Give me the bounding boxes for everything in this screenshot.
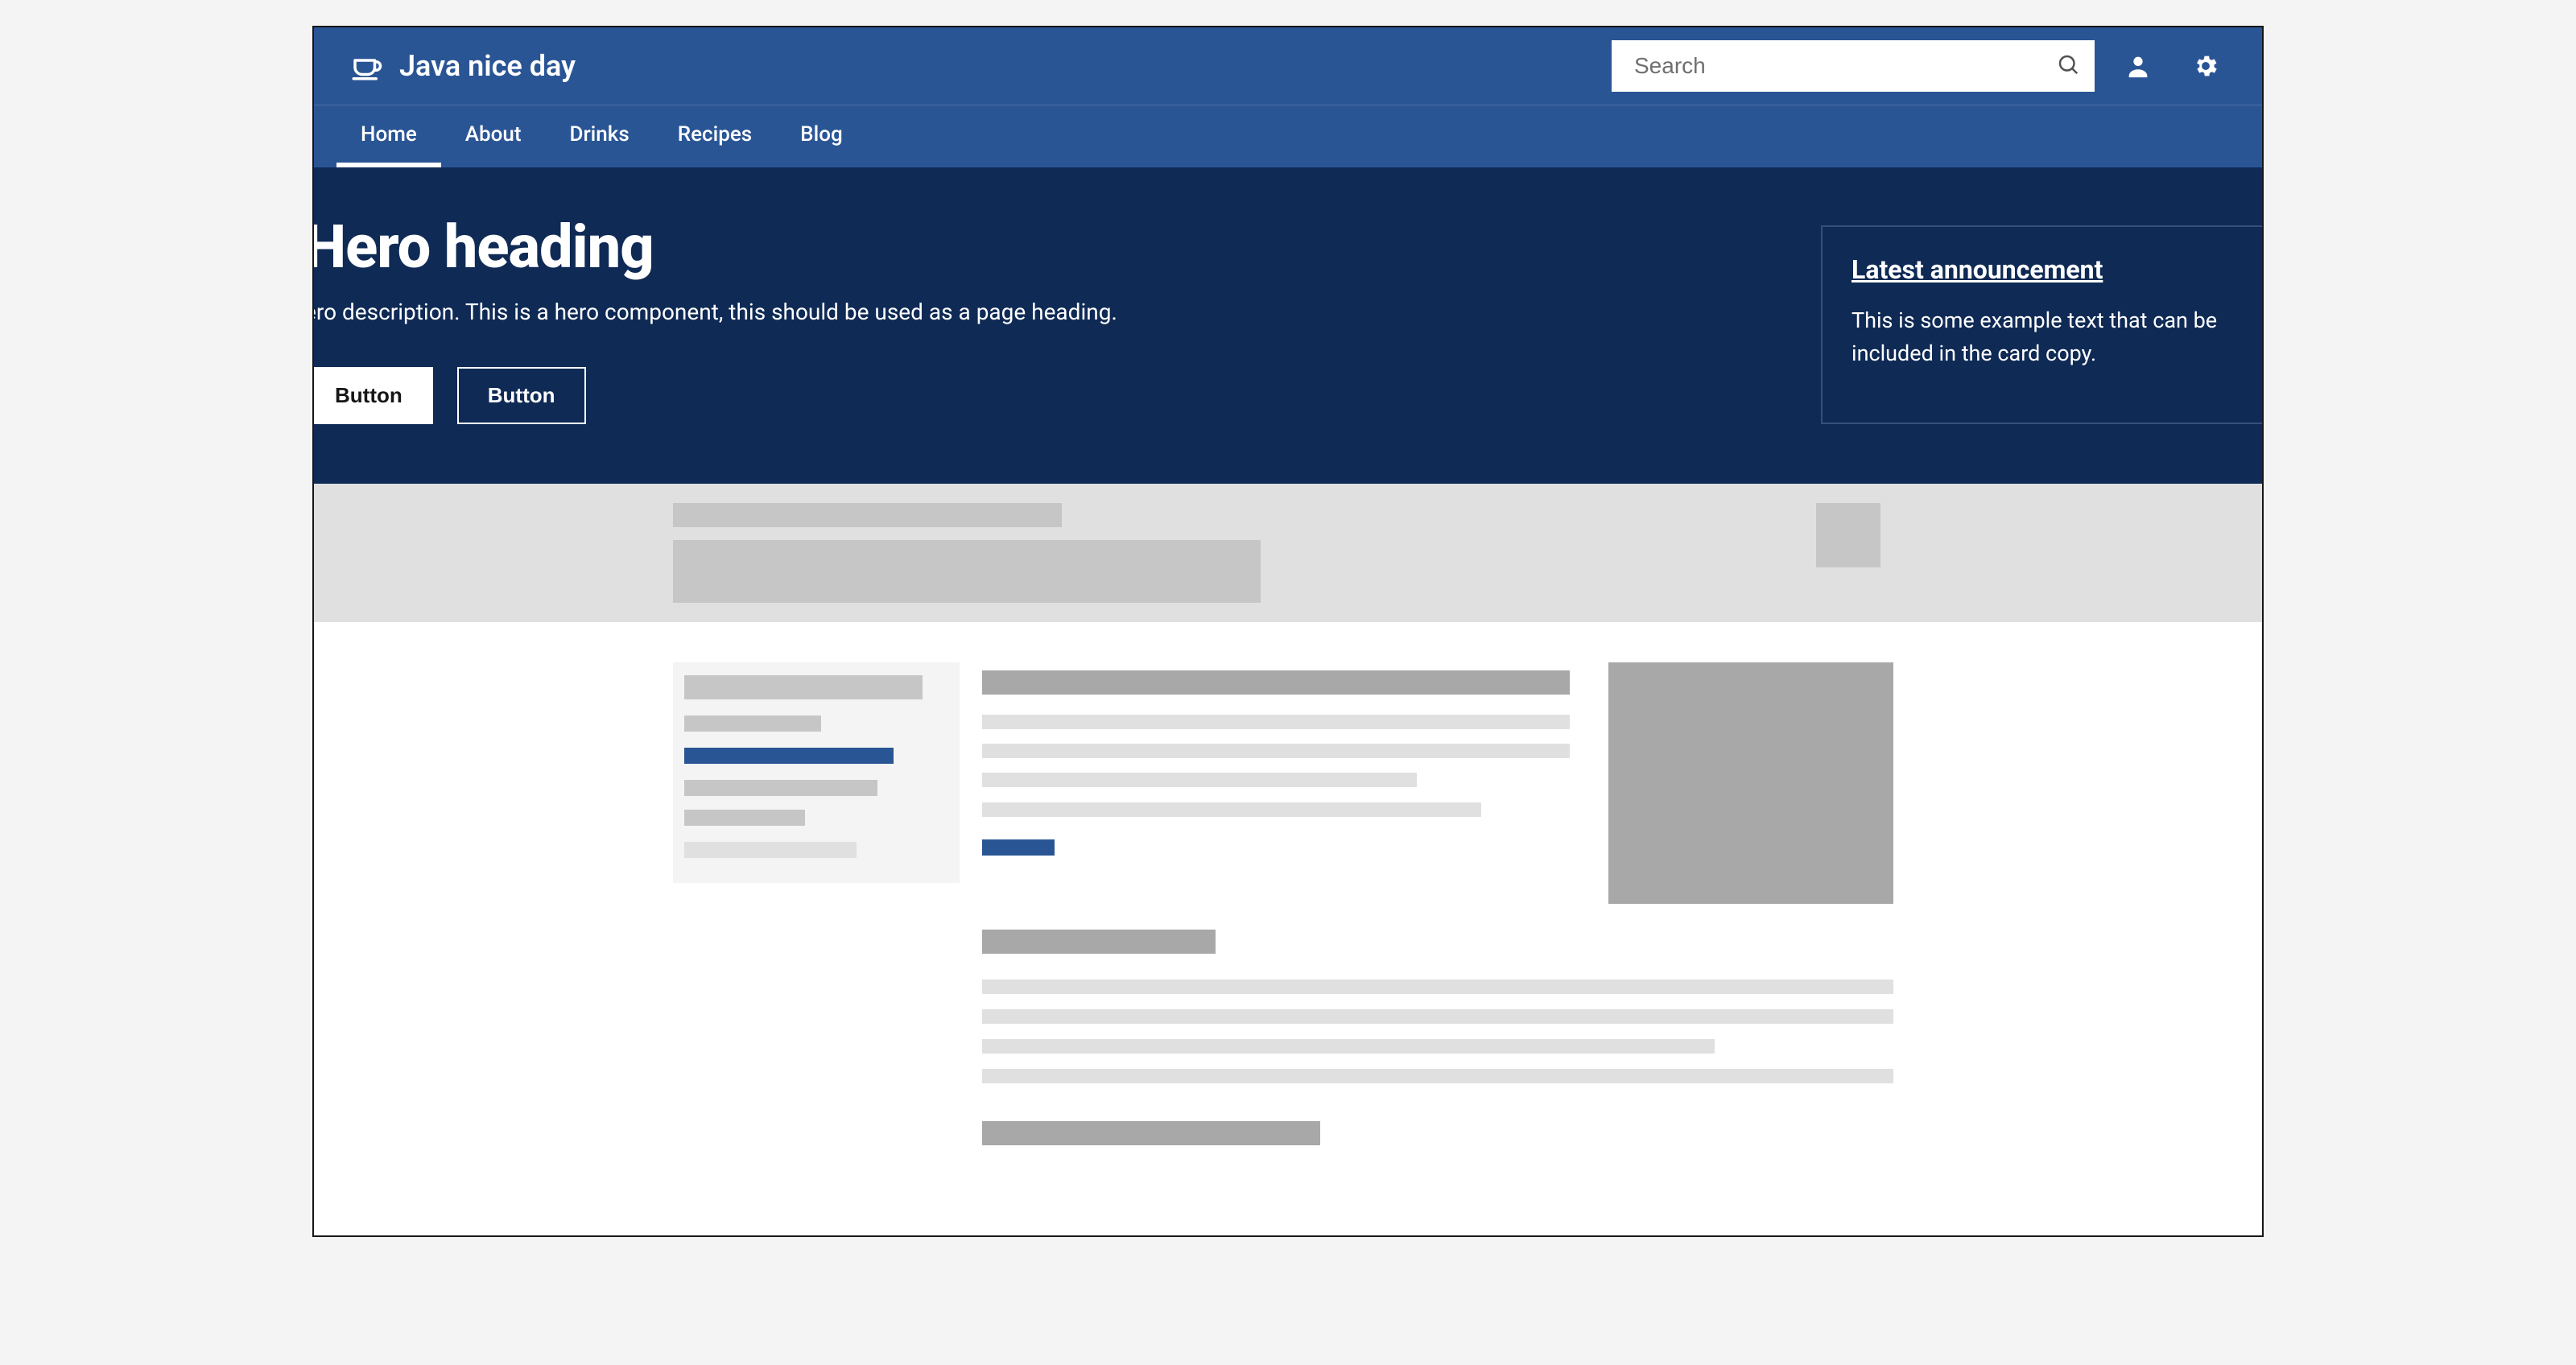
announcement-title: Latest announcement: [1852, 254, 2238, 285]
skeleton-bar: [684, 780, 877, 796]
hero-description: ero description. This is a hero componen…: [312, 299, 1117, 325]
search-input[interactable]: [1634, 53, 2056, 79]
nav-drinks[interactable]: Drinks: [546, 105, 654, 167]
announcement-body: This is some example text that can be in…: [1852, 304, 2238, 369]
hero-secondary-button[interactable]: Button: [457, 367, 586, 424]
user-icon[interactable]: [2114, 42, 2162, 90]
skeleton-bar: [982, 1069, 1893, 1083]
app-frame: Java nice day Home About Drinks Recipes: [312, 26, 2264, 1237]
coffee-cup-icon: [349, 49, 383, 83]
search-box[interactable]: [1612, 40, 2095, 92]
nav-about[interactable]: About: [441, 105, 546, 167]
skeleton-bar: [684, 715, 821, 732]
announcement-card[interactable]: Latest announcement This is some example…: [1821, 225, 2264, 424]
skeleton-bar: [684, 810, 805, 826]
brand[interactable]: Java nice day: [349, 49, 576, 83]
search-icon[interactable]: [2056, 52, 2080, 80]
hero: Hero heading ero description. This is a …: [314, 167, 2262, 484]
navbar: Home About Drinks Recipes Blog: [314, 105, 2262, 167]
skeleton-bar: [684, 842, 857, 858]
gear-icon[interactable]: [2182, 42, 2230, 90]
skeleton-bar: [982, 1039, 1715, 1054]
skeleton-bar: [982, 1009, 1893, 1024]
nav-blog[interactable]: Blog: [776, 105, 867, 167]
hero-content: Hero heading ero description. This is a …: [312, 212, 1166, 424]
hero-primary-button[interactable]: Button: [312, 367, 433, 424]
skeleton-bar: [684, 748, 894, 764]
hero-buttons: Button Button: [312, 367, 1117, 424]
content-area: [314, 622, 2262, 1235]
nav-home[interactable]: Home: [336, 105, 441, 167]
skeleton-bar: [982, 773, 1417, 787]
brand-title: Java nice day: [399, 49, 576, 83]
skeleton-bar: [982, 930, 1216, 954]
skeleton-square: [1816, 503, 1880, 567]
skeleton-bar: [982, 802, 1481, 817]
skeleton-bar: [982, 715, 1570, 729]
topbar: Java nice day: [314, 27, 2262, 105]
skeleton-bar: [982, 839, 1055, 856]
skeleton-image: [1608, 662, 1893, 904]
skeleton-bar: [982, 670, 1570, 695]
hero-heading: Hero heading: [312, 212, 1117, 282]
skeleton-bar: [673, 503, 1062, 527]
sidebar-skeleton: [673, 662, 960, 883]
skeleton-bar: [982, 744, 1570, 758]
skeleton-bar: [673, 540, 1261, 603]
nav-recipes[interactable]: Recipes: [654, 105, 776, 167]
skeleton-bar: [982, 1121, 1320, 1145]
banner-skeleton: [314, 484, 2262, 622]
skeleton-bar: [684, 675, 923, 699]
skeleton-bar: [982, 979, 1893, 994]
